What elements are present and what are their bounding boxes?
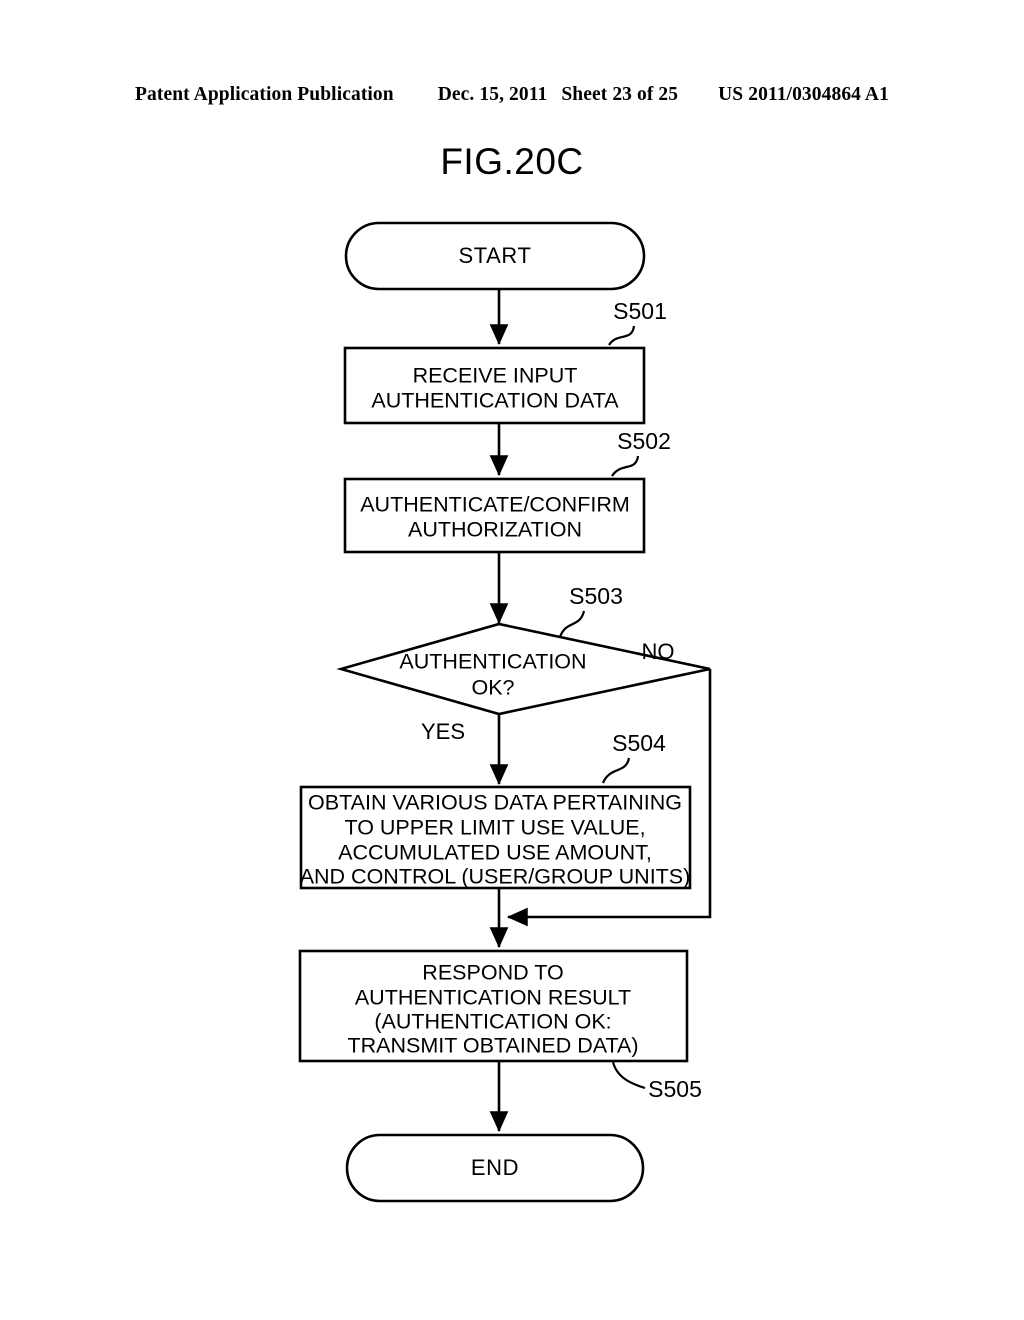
s504-box-line-3: ACCUMULATED USE AMOUNT,	[338, 841, 652, 865]
branch-label-yes: YES	[421, 719, 465, 744]
s501-box-line-1: RECEIVE INPUT	[413, 364, 578, 388]
s502-box-line-2: AUTHORIZATION	[408, 518, 582, 542]
step-label-s503: S503	[569, 583, 623, 609]
end-terminal-label: END	[471, 1155, 519, 1180]
node-s501: RECEIVE INPUT AUTHENTICATION DATA	[343, 346, 646, 425]
leader-line-s501	[608, 325, 636, 346]
leader-line-s503	[558, 610, 586, 638]
step-label-s504: S504	[612, 730, 666, 756]
s504-box-line-2: TO UPPER LIMIT USE VALUE,	[344, 816, 645, 840]
s505-box-line-2: AUTHENTICATION RESULT	[355, 986, 631, 1010]
s504-box-line-4: AND CONTROL (USER/GROUP UNITS)	[300, 865, 691, 889]
node-s502: AUTHENTICATE/CONFIRM AUTHORIZATION	[343, 477, 646, 554]
s505-box-line-3: (AUTHENTICATION OK:	[374, 1010, 611, 1034]
node-s504: OBTAIN VARIOUS DATA PERTAINING TO UPPER …	[300, 785, 692, 890]
node-start: START	[344, 221, 646, 291]
leader-line-s505	[611, 1061, 646, 1090]
step-label-s501: S501	[613, 298, 667, 324]
leader-line-s504	[601, 757, 631, 784]
node-end: END	[345, 1133, 645, 1203]
start-terminal-label: START	[458, 243, 531, 268]
node-s503: AUTHENTICATION OK?	[336, 622, 711, 716]
s503-diamond-line-2: OK?	[471, 676, 514, 700]
s504-box-line-1: OBTAIN VARIOUS DATA PERTAINING	[308, 791, 682, 815]
flowchart-diagram: START S501 RECEIVE INPUT AUTHENTICATION …	[298, 221, 712, 1203]
leader-line-s502	[611, 455, 640, 477]
branch-label-no: NO	[642, 639, 675, 664]
node-s505: RESPOND TO AUTHENTICATION RESULT (AUTHEN…	[298, 949, 689, 1063]
s502-box-line-1: AUTHENTICATE/CONFIRM	[360, 493, 630, 517]
step-label-s505: S505	[648, 1076, 702, 1102]
s501-box-line-2: AUTHENTICATION DATA	[371, 389, 619, 413]
s503-diamond-line-1: AUTHENTICATION	[399, 650, 586, 674]
s505-box-line-4: TRANSMIT OBTAINED DATA)	[347, 1034, 638, 1058]
s505-box-line-1: RESPOND TO	[422, 961, 563, 985]
step-label-s502: S502	[617, 428, 671, 454]
